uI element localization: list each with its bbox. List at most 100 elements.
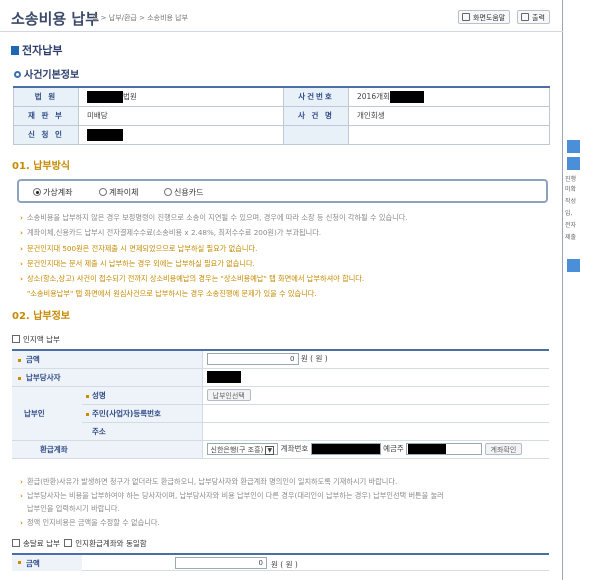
sidebar-text: 입,: [565, 210, 573, 217]
radio-label: 신용카드: [174, 188, 204, 197]
payment-info-heading: 02. 납부정보: [12, 311, 70, 322]
radio-icon: [164, 188, 172, 196]
account-confirm-button[interactable]: 계좌확인: [484, 443, 523, 455]
redacted-block: [87, 90, 123, 103]
case-info-table: 법 원 법원 사건번호 2016개회 재 판 부 미배당 사 건 명 개인회생 …: [13, 86, 550, 145]
sidebar-tab[interactable]: [567, 259, 580, 272]
breadcrumb: 홈 > 납부/환급 > 소송비용 납부: [92, 14, 189, 22]
radio-credit-card[interactable]: 신용카드: [164, 187, 203, 198]
delivery-amount-input[interactable]: 0: [175, 557, 267, 569]
case-name-label: 사 건 명: [283, 105, 349, 126]
amount-input[interactable]: 0: [206, 353, 299, 366]
delivery-checkbox[interactable]: 송달료 납부: [12, 539, 60, 548]
section-title: 전자납부: [11, 42, 62, 58]
print-button[interactable]: 출력: [517, 10, 550, 24]
delivery-amount-unit: 원 ( 원 ): [271, 560, 298, 569]
redacted-block: [389, 90, 424, 103]
delivery-amount-label: 금액: [26, 559, 40, 568]
case-no-value: 2016개회: [348, 86, 550, 107]
help-button[interactable]: 화면도움말: [458, 10, 511, 24]
sidebar-tab[interactable]: [567, 140, 580, 153]
amount-unit: 원 ( 원 ): [300, 354, 328, 364]
delivery-amount-label-cell: 금액: [12, 555, 82, 571]
bullet-icon: [18, 561, 21, 564]
right-sidebar: 진행 미확 작성 입, 전자 제출: [563, 0, 589, 580]
checkbox-icon: [12, 335, 20, 343]
print-button-label: 출력: [532, 14, 545, 22]
radio-transfer[interactable]: 계좌이체: [99, 187, 138, 198]
radio-icon: [99, 188, 107, 196]
print-icon: [521, 13, 529, 21]
section-title-text: 전자납부: [22, 44, 63, 57]
sidebar-tab[interactable]: [567, 157, 580, 170]
radio-virtual-account[interactable]: 가상계좌: [33, 187, 72, 198]
applicant-value: [78, 124, 284, 145]
note-item: 소송비용을 납부하지 않은 경우 보정명령이 진행으로 소송이 지연될 수 있으…: [20, 210, 540, 226]
radio-label: 가상계좌: [43, 188, 73, 197]
same-account-checkbox[interactable]: 인지환급계좌와 동일함: [64, 539, 147, 548]
name-cell: 납부인선택: [201, 386, 549, 405]
circle-icon: [14, 71, 21, 78]
amount-cell: 0 원 ( 원 ): [201, 350, 549, 369]
checkbox-icon: [12, 539, 20, 547]
redacted-block: [206, 371, 241, 383]
note-item: 환급(반환)사유가 발생하면 청구가 없더라도 환급하오니, 납부당사자와 환급…: [20, 475, 540, 489]
empty-label: [283, 124, 349, 145]
account-input[interactable]: [310, 443, 381, 455]
court-value: 법원: [78, 86, 284, 107]
court-label: 법 원: [13, 86, 79, 107]
help-icon: [462, 13, 470, 21]
payment-method-heading: 01. 납부방식: [12, 161, 70, 172]
radio-label: 계좌이체: [109, 188, 139, 197]
sidebar-text: 진행: [565, 176, 577, 183]
stamp-only-checkbox[interactable]: 인지액 납부: [12, 334, 60, 345]
amount-label: 금액: [12, 350, 202, 369]
case-name-value: 개인회생: [348, 105, 550, 126]
refund-label: 환급계좌: [12, 440, 202, 459]
delivery-label: 송달료 납부: [23, 539, 60, 548]
page-title: 소송비용 납부: [11, 10, 100, 28]
redacted-block: [87, 128, 123, 141]
note-item: 납부인을 입력하시기 바랍니다.: [27, 504, 120, 513]
name-label: 성명: [82, 386, 202, 405]
sidebar-text: 전자: [565, 222, 577, 229]
payer-select-button[interactable]: 납부인선택: [206, 389, 251, 401]
id-label: 주민(사업자)등록번호: [82, 404, 202, 423]
applicant-label: 신 청 인: [13, 124, 79, 145]
delivery-amount-row: 금액 0 원 ( 원 ): [12, 553, 549, 571]
address-value: [201, 422, 549, 441]
main-frame: 소송비용 납부 홈 > 납부/환급 > 소송비용 납부 화면도움말 출력 전자납…: [0, 0, 563, 580]
note-item: 계좌이체,신용카드 납부시 전자결제수수료(소송비용 x 2.48%, 최저수수…: [20, 225, 540, 241]
case-info-heading: 사건기본정보: [14, 66, 79, 81]
note-item: 정액 인지비용은 금액을 수정할 수 없습니다.: [20, 516, 540, 530]
account-label: 계좌번호: [280, 444, 309, 453]
sidebar-text: 미확: [565, 186, 577, 193]
division-value: 미배당: [78, 105, 284, 126]
stamp-only-label: 인지액 납부: [23, 335, 60, 344]
note-item: 납부당사자는 비용을 납부하여야 하는 당사자이며, 납부당사자와 비용 납부인…: [20, 489, 540, 503]
same-account-label: 인지환급계좌와 동일함: [75, 539, 147, 548]
holder-label: 예금주: [383, 444, 404, 453]
sidebar-text: 작성: [565, 198, 577, 205]
payment-method-box: 가상계좌 계좌이체 신용카드: [17, 179, 548, 203]
radio-selected-icon: [33, 188, 41, 196]
payment-info-table: 금액 0 원 ( 원 ) 납부당사자 납부인 성명 납부인선택 주민(사업자)등…: [12, 349, 549, 459]
division-label: 재 판 부: [13, 105, 79, 126]
address-label: 주소: [82, 422, 202, 441]
bank-select-value: 신한은행(구 조흥): [210, 446, 264, 454]
bank-select[interactable]: 신한은행(구 조흥) ▼: [206, 443, 279, 455]
refund-cell: 신한은행(구 조흥) ▼ 계좌번호 예금주 계좌확인: [201, 440, 549, 459]
note-item: 상소(항소,상고) 사건이 접수되기 전까지 상소비용예납의 경우는 "상소비용…: [20, 271, 540, 287]
holder-input[interactable]: [406, 443, 483, 455]
note-item: "소송비용납부" 탭 화면에서 원심사건으로 납부하시는 경우 소송진행에 문제…: [27, 289, 317, 299]
payer-group-label: 납부인: [12, 386, 82, 441]
checkbox-icon: [64, 539, 73, 547]
empty-value: [348, 124, 550, 145]
refund-notes: 환급(반환)사유가 발생하면 청구가 없더라도 환급하오니, 납부당사자와 환급…: [20, 475, 540, 529]
case-no-value-text: 2016개회: [357, 91, 390, 101]
payment-notes: 소송비용을 납부하지 않은 경우 보정명령이 진행으로 소송이 지연될 수 있으…: [20, 210, 540, 302]
payer-value: [201, 368, 549, 387]
note-item: 문건인지대는 문서 제출 시 납부하는 경우 외에는 납부하실 필요가 없습니다…: [20, 256, 540, 272]
redacted-block: [408, 444, 447, 454]
id-value: [201, 404, 549, 423]
